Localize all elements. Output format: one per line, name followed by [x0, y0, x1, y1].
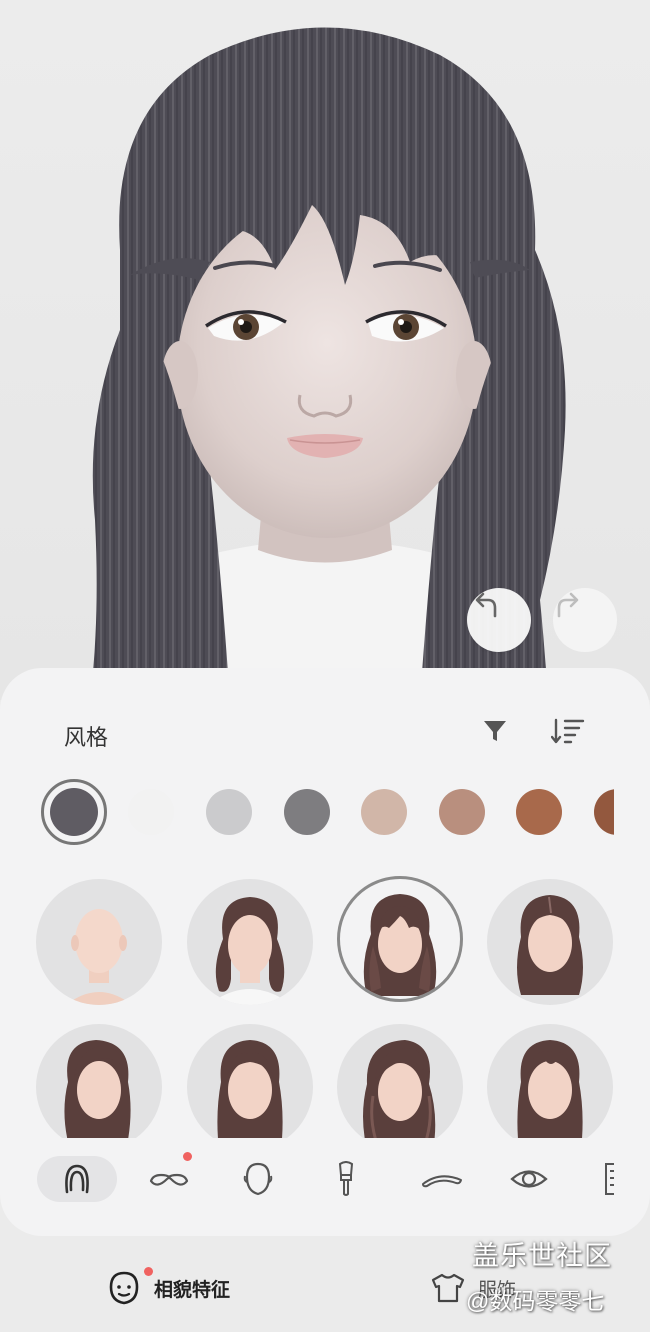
clothing-icon: [431, 1273, 465, 1303]
hair-style-thumbnail: [215, 897, 285, 1005]
feature-category-bar: [0, 1138, 614, 1236]
filter-icon: [484, 721, 506, 741]
more-icon: [605, 1163, 614, 1195]
avatar-preview: [0, 0, 650, 700]
hair-style-thumbnail: [217, 1040, 283, 1138]
category-facial-hair[interactable]: [129, 1152, 209, 1202]
color-swatch-light-gray[interactable]: [206, 789, 252, 835]
undo-button[interactable]: [467, 588, 531, 652]
panel-title: 风格: [64, 725, 109, 750]
panel-header: 风格: [0, 668, 650, 796]
color-swatch-brown[interactable]: [516, 789, 562, 835]
new-badge-dot: [183, 1152, 192, 1161]
new-badge-dot: [144, 1267, 153, 1276]
color-swatch-beige[interactable]: [361, 789, 407, 835]
hair-style-thumbnail: [66, 909, 132, 1005]
hair-style-long-layered[interactable]: [487, 1024, 613, 1138]
category-eyebrows[interactable]: [402, 1156, 482, 1202]
category-eyes[interactable]: [489, 1156, 569, 1202]
sort-button[interactable]: [550, 716, 585, 746]
color-swatch-fill: [50, 788, 98, 836]
category-face-shape[interactable]: [218, 1156, 298, 1202]
hair-style-thumbnail: [363, 1040, 436, 1138]
hair-style-thumbnail: [363, 894, 437, 996]
hair-style-bald[interactable]: [36, 879, 162, 1005]
hair-icon: [65, 1164, 89, 1194]
hair-style-half-up-tied[interactable]: [187, 879, 313, 1005]
color-swatch-gray[interactable]: [284, 789, 330, 835]
color-swatch-dark-brown[interactable]: [594, 789, 614, 835]
face-shape-icon: [243, 1162, 273, 1196]
makeup-brush-icon: [338, 1161, 354, 1196]
watermark-community: 盖乐世社区: [472, 1241, 612, 1271]
hair-style-long-straight[interactable]: [187, 1024, 313, 1138]
tab-face-features-label: 相貌特征: [154, 1279, 231, 1301]
hair-style-grid: [0, 876, 650, 1138]
eyebrow-icon: [422, 1175, 462, 1188]
tab-face-features[interactable]: 相貌特征: [106, 1258, 230, 1318]
color-swatch-white[interactable]: [128, 789, 174, 835]
hair-style-long-straight-part[interactable]: [487, 879, 613, 1005]
face-features-icon-wrap: [106, 1267, 153, 1306]
hair-style-wavy-side-part[interactable]: [337, 1024, 463, 1138]
face-features-icon: [109, 1271, 139, 1305]
category-hair[interactable]: [37, 1156, 117, 1202]
hair-style-long-with-bangs[interactable]: [337, 876, 463, 1002]
color-swatch-dark-gray[interactable]: [41, 779, 107, 845]
category-makeup[interactable]: [306, 1156, 386, 1202]
watermark-author: @数码零零七: [466, 1288, 605, 1314]
eye-icon: [510, 1170, 548, 1188]
mustache-icon: [149, 1173, 189, 1186]
category-more[interactable]: [575, 1156, 614, 1202]
redo-button[interactable]: [553, 588, 617, 652]
filter-button[interactable]: [480, 716, 510, 746]
hair-style-thumbnail: [517, 1040, 583, 1138]
color-swatch-tan[interactable]: [439, 789, 485, 835]
sort-icon: [550, 718, 585, 744]
redo-icon: [557, 592, 579, 618]
hair-color-swatches: [0, 779, 614, 845]
hair-style-long-side-swept[interactable]: [36, 1024, 162, 1138]
hair-style-thumbnail: [64, 1040, 131, 1138]
undo-icon: [475, 592, 497, 618]
hair-style-thumbnail: [517, 895, 583, 995]
editor-panel: 风格: [0, 668, 650, 1236]
